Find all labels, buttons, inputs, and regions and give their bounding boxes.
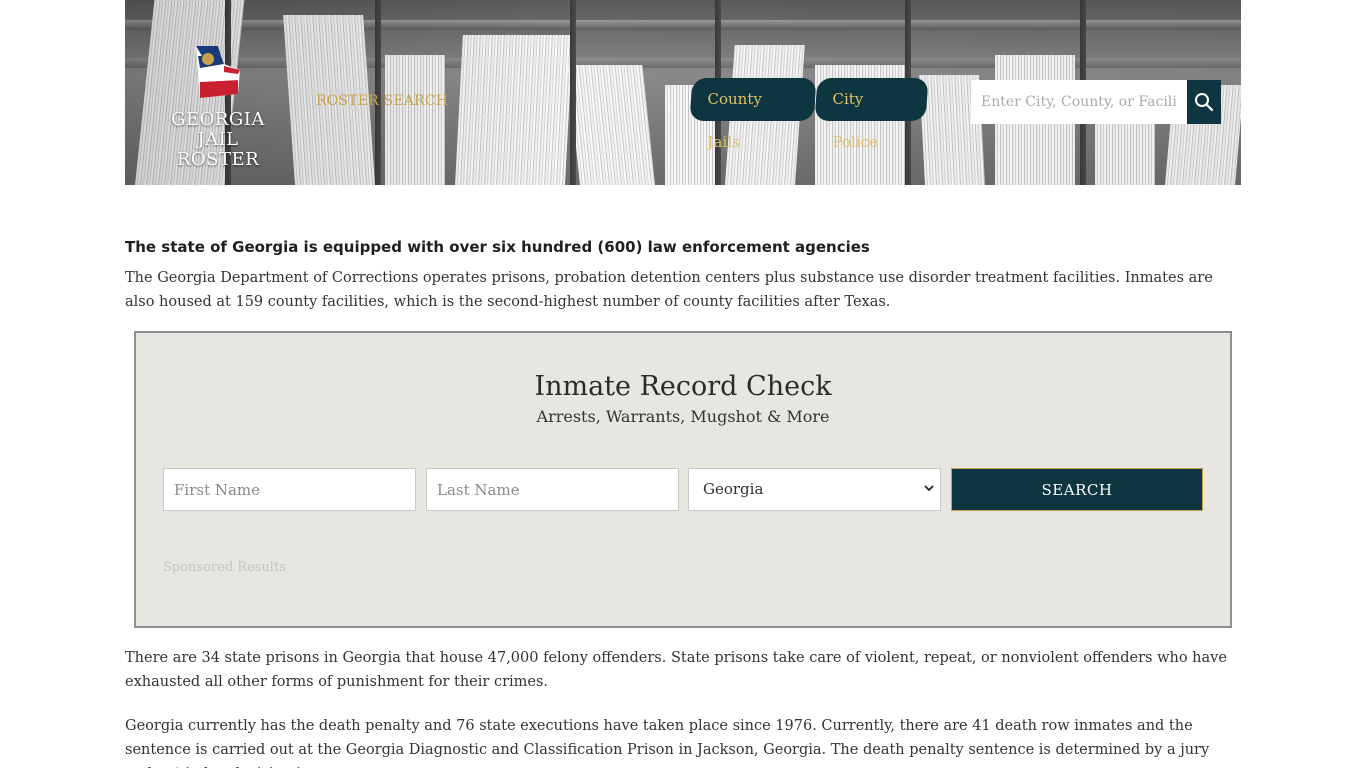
nav-city-police[interactable]: City Police <box>814 78 929 151</box>
facility-search-button[interactable] <box>1187 80 1221 124</box>
nav-county-jails-label: County Jails <box>707 90 762 151</box>
nav-city-police-label: City Police <box>832 90 878 151</box>
logo-text-line1: GEORGIA <box>171 109 265 130</box>
body-section: There are 34 state prisons in Georgia th… <box>125 646 1241 768</box>
site-header: GEORGIA JAIL ROSTER ROSTER SEARCH County… <box>125 0 1241 185</box>
intro-section: The state of Georgia is equipped with ov… <box>125 236 1241 314</box>
facility-search-input[interactable] <box>971 80 1187 124</box>
state-select[interactable]: Georgia <box>688 468 941 511</box>
site-logo[interactable]: GEORGIA JAIL ROSTER <box>155 44 281 170</box>
intro-heading: The state of Georgia is equipped with ov… <box>125 238 870 256</box>
roster-search-link[interactable]: ROSTER SEARCH <box>316 93 448 109</box>
body-paragraph-prisons: There are 34 state prisons in Georgia th… <box>125 650 1227 690</box>
record-check-title: Inmate Record Check <box>534 371 832 402</box>
logo-text-line2: JAIL ROSTER <box>176 129 260 170</box>
intro-paragraph: The Georgia Department of Corrections op… <box>125 270 1213 310</box>
search-icon <box>1195 93 1214 112</box>
record-check-subtitle: Arrests, Warrants, Mugshot & More <box>536 407 830 426</box>
nav-county-jails[interactable]: County Jails <box>689 78 817 151</box>
body-paragraph-death-penalty: Georgia currently has the death penalty … <box>125 718 1210 768</box>
inmate-record-check-panel: Inmate Record Check Arrests, Warrants, M… <box>134 331 1232 628</box>
state-select-value: Georgia <box>703 480 764 498</box>
last-name-input[interactable] <box>426 468 679 511</box>
georgia-flag-map-icon <box>196 46 240 98</box>
record-search-button[interactable]: SEARCH <box>951 468 1203 511</box>
first-name-input[interactable] <box>163 468 416 511</box>
chevron-down-icon <box>924 485 934 492</box>
sponsored-results-label: Sponsored Results <box>163 560 286 575</box>
